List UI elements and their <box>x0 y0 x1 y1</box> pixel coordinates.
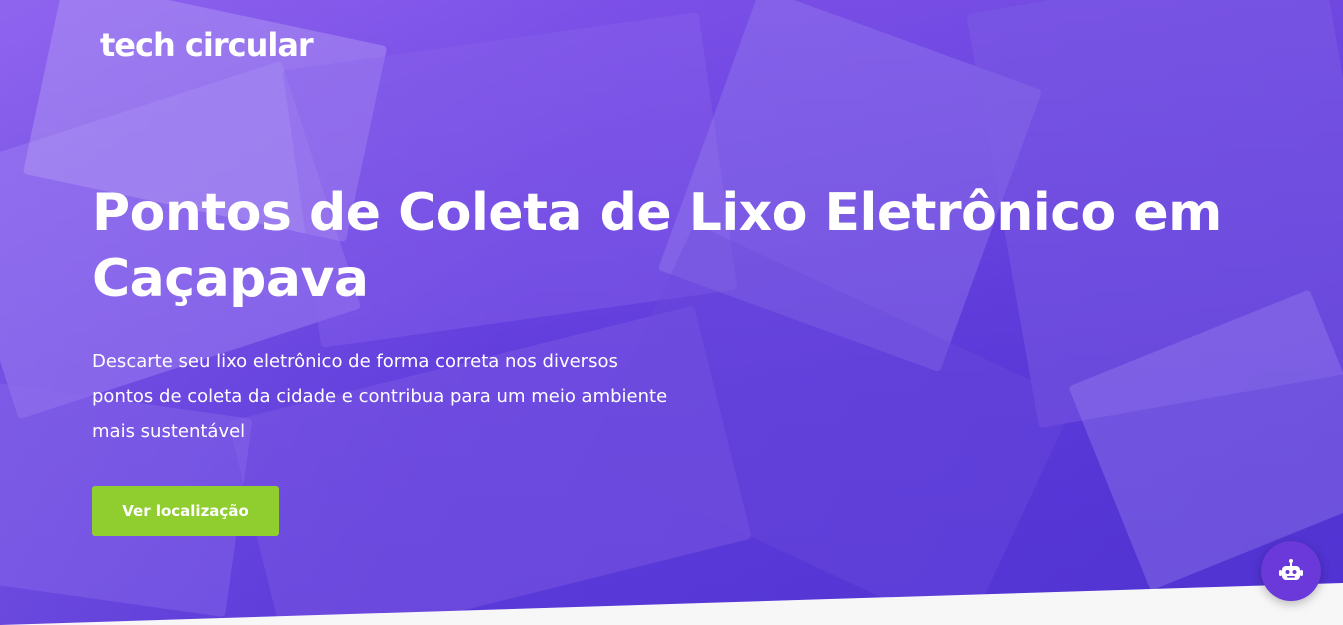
hero-subtitle: Descarte seu lixo eletrônico de forma co… <box>92 351 668 442</box>
robot-icon <box>1279 559 1303 580</box>
chatbot-button[interactable] <box>1261 541 1321 601</box>
view-location-button[interactable]: Ver localização <box>92 486 279 536</box>
hero-title: Pontos de Coleta de Lixo Eletrônico em C… <box>92 183 1222 309</box>
section-divider <box>0 583 1343 625</box>
site-logo[interactable]: tech circular <box>100 26 314 64</box>
hero-section: tech circular Pontos de Coleta de Lixo E… <box>0 0 1343 625</box>
